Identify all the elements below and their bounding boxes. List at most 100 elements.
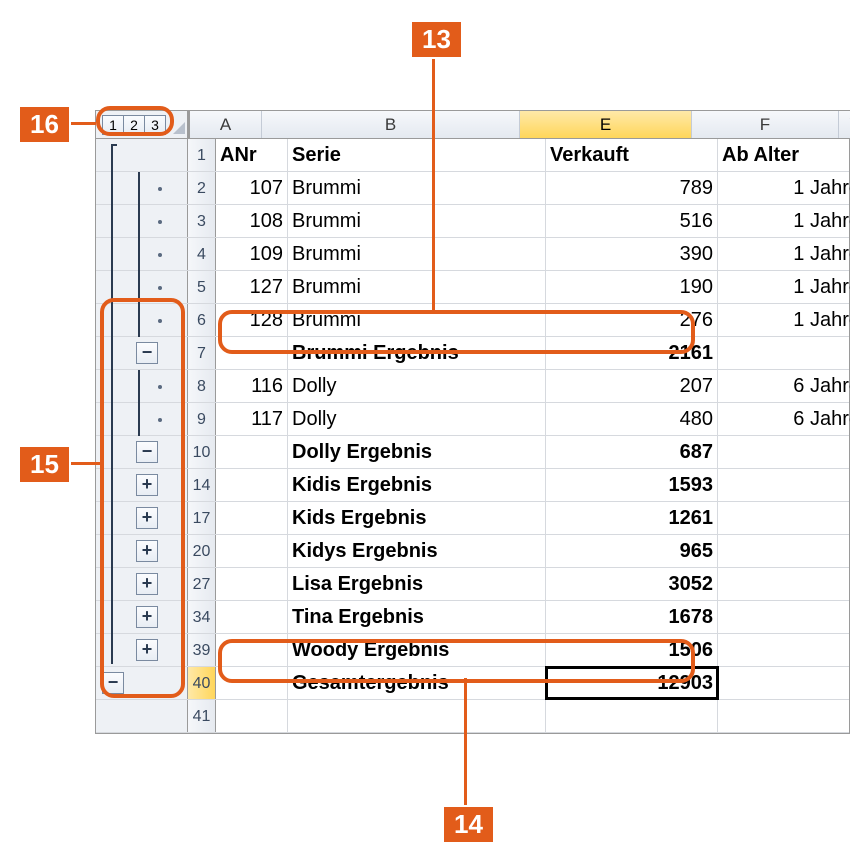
cell-F[interactable]: 1 Jahre — [718, 205, 850, 237]
row-header[interactable]: 14 — [188, 469, 216, 501]
cell-A[interactable] — [216, 700, 288, 732]
cell-A[interactable] — [216, 667, 288, 699]
outline-expand-button[interactable]: + — [136, 507, 158, 529]
cell-E[interactable]: 789 — [546, 172, 718, 204]
outline-collapse-button[interactable]: − — [136, 441, 158, 463]
cell-E[interactable]: 965 — [546, 535, 718, 567]
cell-E[interactable]: 1593 — [546, 469, 718, 501]
column-header-A[interactable]: A — [190, 111, 262, 138]
row-header[interactable]: 3 — [188, 205, 216, 237]
cell-A[interactable]: 108 — [216, 205, 288, 237]
cell-E[interactable]: 12903 — [546, 667, 718, 699]
cell-E[interactable]: 1506 — [546, 634, 718, 666]
cell-E[interactable]: 3052 — [546, 568, 718, 600]
cell-B[interactable]: Kidis Ergebnis — [288, 469, 546, 501]
cell-A[interactable] — [216, 436, 288, 468]
cell-F[interactable]: 1 Jahre — [718, 172, 850, 204]
cell-F[interactable] — [718, 634, 850, 666]
cell-A[interactable]: 107 — [216, 172, 288, 204]
cell-A[interactable]: 109 — [216, 238, 288, 270]
cell-A[interactable]: 117 — [216, 403, 288, 435]
row-header[interactable]: 41 — [188, 700, 216, 732]
cell-A[interactable] — [216, 469, 288, 501]
cell-A[interactable] — [216, 568, 288, 600]
cell-F[interactable]: 1 Jahre — [718, 271, 850, 303]
cell-F[interactable]: 1 Jahre — [718, 304, 850, 336]
outline-level-2[interactable]: 2 — [123, 115, 145, 135]
cell-F[interactable]: 1 Jahre — [718, 238, 850, 270]
row-header[interactable]: 9 — [188, 403, 216, 435]
cell-B[interactable]: Dolly — [288, 370, 546, 402]
cell-E[interactable]: 207 — [546, 370, 718, 402]
cell-A[interactable] — [216, 337, 288, 369]
cell-F[interactable] — [718, 436, 850, 468]
outline-collapse-button[interactable]: − — [136, 342, 158, 364]
cell-B[interactable]: Lisa Ergebnis — [288, 568, 546, 600]
row-header[interactable]: 6 — [188, 304, 216, 336]
cell-E[interactable]: 687 — [546, 436, 718, 468]
cell-E[interactable]: 516 — [546, 205, 718, 237]
cell-A[interactable]: ANr — [216, 139, 288, 171]
cell-E[interactable]: 390 — [546, 238, 718, 270]
cell-A[interactable] — [216, 601, 288, 633]
cell-B[interactable]: Brummi Ergebnis — [288, 337, 546, 369]
cell-B[interactable]: Kids Ergebnis — [288, 502, 546, 534]
cell-A[interactable] — [216, 502, 288, 534]
cell-F[interactable] — [718, 502, 850, 534]
column-header-G[interactable]: V-P — [839, 111, 850, 138]
cell-E[interactable]: 190 — [546, 271, 718, 303]
outline-expand-button[interactable]: + — [136, 639, 158, 661]
row-header[interactable]: 39 — [188, 634, 216, 666]
cell-F[interactable]: 6 Jahre — [718, 403, 850, 435]
row-header[interactable]: 40 — [188, 667, 216, 699]
cell-B[interactable]: Brummi — [288, 205, 546, 237]
cell-E[interactable]: 480 — [546, 403, 718, 435]
cell-B[interactable]: Woody Ergebnis — [288, 634, 546, 666]
cell-F[interactable] — [718, 667, 850, 699]
cell-B[interactable]: Dolly Ergebnis — [288, 436, 546, 468]
row-header[interactable]: 34 — [188, 601, 216, 633]
cell-A[interactable] — [216, 634, 288, 666]
cell-F[interactable] — [718, 601, 850, 633]
outline-collapse-button[interactable]: − — [102, 672, 124, 694]
row-header[interactable]: 7 — [188, 337, 216, 369]
outline-expand-button[interactable]: + — [136, 474, 158, 496]
cell-F[interactable]: 6 Jahre — [718, 370, 850, 402]
cell-B[interactable]: Brummi — [288, 238, 546, 270]
cell-B[interactable]: Serie — [288, 139, 546, 171]
cell-B[interactable]: Gesamtergebnis — [288, 667, 546, 699]
cell-B[interactable]: Kidys Ergebnis — [288, 535, 546, 567]
row-header[interactable]: 8 — [188, 370, 216, 402]
cell-A[interactable]: 127 — [216, 271, 288, 303]
select-all-triangle[interactable] — [188, 111, 190, 138]
cell-F[interactable]: Ab Alter — [718, 139, 850, 171]
cell-B[interactable] — [288, 700, 546, 732]
column-header-F[interactable]: F — [692, 111, 839, 138]
cell-B[interactable]: Tina Ergebnis — [288, 601, 546, 633]
row-header[interactable]: 2 — [188, 172, 216, 204]
cell-B[interactable]: Brummi — [288, 304, 546, 336]
row-header[interactable]: 5 — [188, 271, 216, 303]
cell-F[interactable] — [718, 469, 850, 501]
outline-expand-button[interactable]: + — [136, 606, 158, 628]
cell-B[interactable]: Dolly — [288, 403, 546, 435]
outline-level-3[interactable]: 3 — [144, 115, 166, 135]
cell-B[interactable]: Brummi — [288, 172, 546, 204]
outline-expand-button[interactable]: + — [136, 573, 158, 595]
cell-A[interactable]: 128 — [216, 304, 288, 336]
row-header[interactable]: 17 — [188, 502, 216, 534]
column-header-B[interactable]: B — [262, 111, 520, 138]
cell-E[interactable]: Verkauft — [546, 139, 718, 171]
cell-E[interactable]: 276 — [546, 304, 718, 336]
cell-E[interactable]: 1261 — [546, 502, 718, 534]
cell-E[interactable]: 2161 — [546, 337, 718, 369]
cell-F[interactable] — [718, 337, 850, 369]
outline-expand-button[interactable]: + — [136, 540, 158, 562]
cell-F[interactable] — [718, 535, 850, 567]
column-header-E[interactable]: E — [520, 111, 692, 138]
row-header[interactable]: 20 — [188, 535, 216, 567]
cell-A[interactable]: 116 — [216, 370, 288, 402]
row-header[interactable]: 4 — [188, 238, 216, 270]
outline-level-1[interactable]: 1 — [102, 115, 124, 135]
cell-E[interactable] — [546, 700, 718, 732]
